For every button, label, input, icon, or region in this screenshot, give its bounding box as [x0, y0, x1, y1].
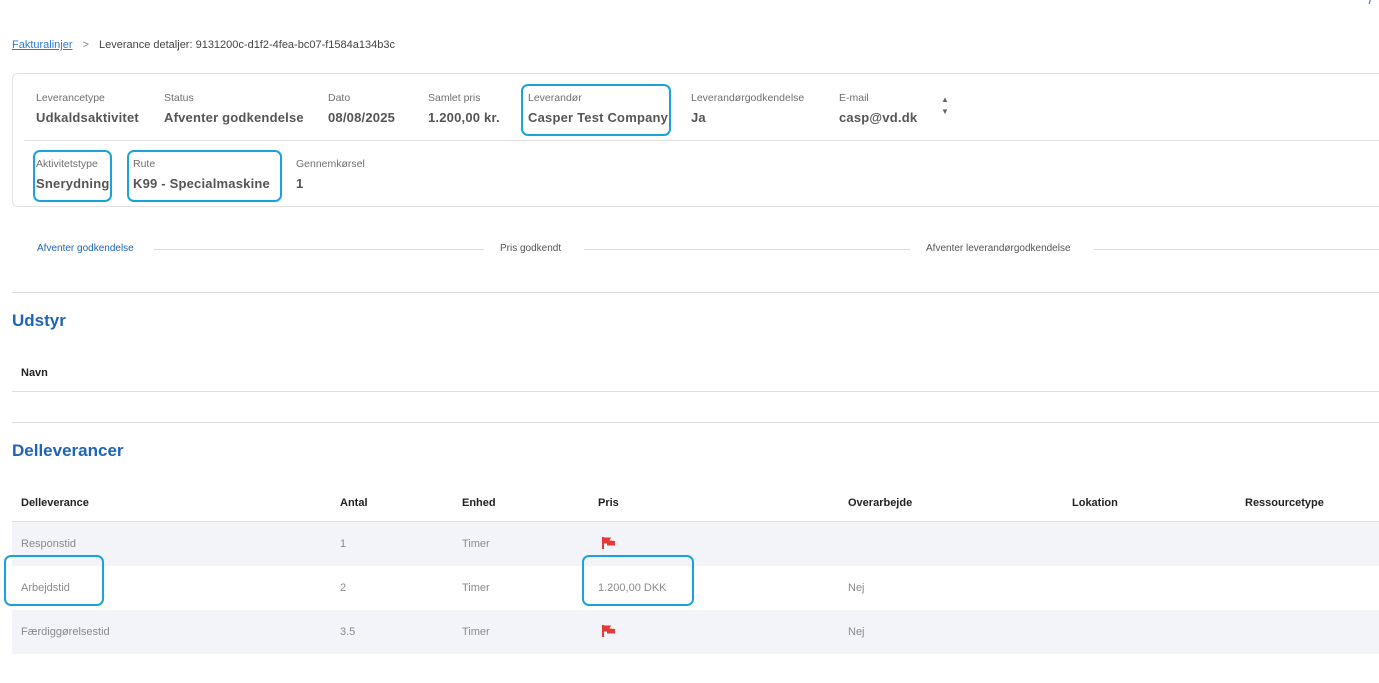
cell-overarbejde: Nej — [848, 626, 865, 638]
field-value: 08/08/2025 — [328, 110, 396, 125]
field-label: Rute — [133, 158, 156, 170]
sort-up-icon[interactable]: ▲ — [941, 94, 949, 106]
section-divider — [12, 292, 1379, 293]
detail-row-divider — [24, 140, 1379, 141]
column-header-overarbejde[interactable]: Overarbejde — [848, 497, 912, 509]
table-row[interactable]: Responstid 1 Timer — [12, 522, 1379, 566]
step-connector — [1094, 249, 1379, 250]
field-samlet-pris: Samlet pris 1.200,00 kr. — [428, 92, 500, 125]
field-value: 1.200,00 kr. — [428, 110, 500, 125]
field-label: Leverancetype — [36, 92, 105, 104]
field-gennemkorsel: Gennemkørsel 1 — [296, 158, 365, 191]
sort-down-icon[interactable]: ▼ — [941, 106, 949, 118]
breadcrumb-link-fakturalinjer[interactable]: Fakturalinjer — [12, 39, 73, 51]
column-header-navn[interactable]: Navn — [21, 367, 48, 379]
field-dato: Dato 08/08/2025 — [328, 92, 395, 125]
field-value: Udkaldsaktivitet — [36, 110, 139, 125]
field-label: Gennemkørsel — [296, 158, 365, 170]
sort-arrows: ▲ ▼ — [941, 94, 949, 118]
red-flag-icon — [602, 537, 615, 549]
field-label: Leverandørgodkendelse — [691, 92, 805, 104]
table-row[interactable]: Arbejdstid 2 Timer 1.200,00 DKK Nej — [12, 566, 1379, 610]
column-header-antal[interactable]: Antal — [340, 497, 368, 509]
cell-antal: 2 — [340, 582, 347, 594]
field-label: E-mail — [839, 92, 869, 104]
step-afventer-godkendelse: Afventer godkendelse — [37, 242, 150, 256]
section-title-delleverancer: Delleverancer — [12, 441, 124, 460]
field-label: Leverandør — [528, 92, 582, 104]
field-label: Status — [164, 92, 194, 104]
field-label: Samlet pris — [428, 92, 481, 104]
section-divider — [12, 422, 1379, 423]
cell-delleverance: Færdiggørelsestid — [21, 626, 110, 638]
column-header-lokation[interactable]: Lokation — [1072, 497, 1118, 509]
table-header-divider — [12, 391, 1379, 392]
corner-mark — [1366, 0, 1373, 4]
field-value: Ja — [691, 110, 706, 125]
red-flag-icon — [602, 625, 615, 637]
field-aktivitetstype: Aktivitetstype Snerydning — [36, 158, 110, 191]
field-value: Snerydning — [36, 176, 110, 191]
cell-overarbejde: Nej — [848, 582, 865, 594]
step-connector — [154, 249, 484, 250]
field-leverandor: Leverandør Casper Test Company — [528, 92, 668, 125]
section-title-udstyr: Udstyr — [12, 311, 66, 330]
step-pris-godkendt: Pris godkendt — [500, 242, 578, 256]
breadcrumb-current: Leverance detaljer: 9131200c-d1f2-4fea-b… — [98, 39, 395, 51]
cell-enhed: Timer — [462, 538, 490, 550]
column-header-pris[interactable]: Pris — [598, 497, 619, 509]
field-status: Status Afventer godkendelse — [164, 92, 304, 125]
field-value: K99 - Specialmaskine — [133, 176, 270, 191]
status-stepper: Afventer godkendelse Pris godkendt Afven… — [12, 242, 1379, 256]
field-rute: Rute K99 - Specialmaskine — [133, 158, 270, 191]
field-leverandorgodkendelse: Leverandørgodkendelse Ja — [691, 92, 804, 125]
cell-delleverance: Arbejdstid — [21, 582, 70, 594]
step-afventer-leverandorgodkendelse: Afventer leverandørgodkendelse — [926, 242, 1087, 256]
cell-enhed: Timer — [462, 582, 490, 594]
field-value: 1 — [296, 176, 304, 191]
breadcrumb: Fakturalinjer > Leverance detaljer: 9131… — [12, 38, 395, 52]
field-value: Casper Test Company — [528, 110, 669, 125]
field-value: Afventer godkendelse — [164, 110, 304, 125]
table-row[interactable]: Færdiggørelsestid 3.5 Timer Nej — [12, 610, 1379, 654]
cell-antal: 1 — [340, 538, 347, 550]
column-header-enhed[interactable]: Enhed — [462, 497, 496, 509]
step-connector — [584, 249, 910, 250]
field-value: casp@vd.dk — [839, 110, 918, 125]
field-leverancetype: Leverancetype Udkaldsaktivitet — [36, 92, 139, 125]
field-label: Dato — [328, 92, 351, 104]
cell-antal: 3.5 — [340, 626, 356, 638]
field-label: Aktivitetstype — [36, 158, 98, 170]
column-header-ressourcetype[interactable]: Ressourcetype — [1245, 497, 1324, 509]
field-email: E-mail casp@vd.dk — [839, 92, 917, 125]
cell-pris: 1.200,00 DKK — [598, 582, 667, 594]
column-header-delleverance[interactable]: Delleverance — [21, 497, 89, 509]
cell-enhed: Timer — [462, 626, 490, 638]
breadcrumb-separator: > — [82, 39, 89, 51]
cell-delleverance: Responstid — [21, 538, 77, 550]
